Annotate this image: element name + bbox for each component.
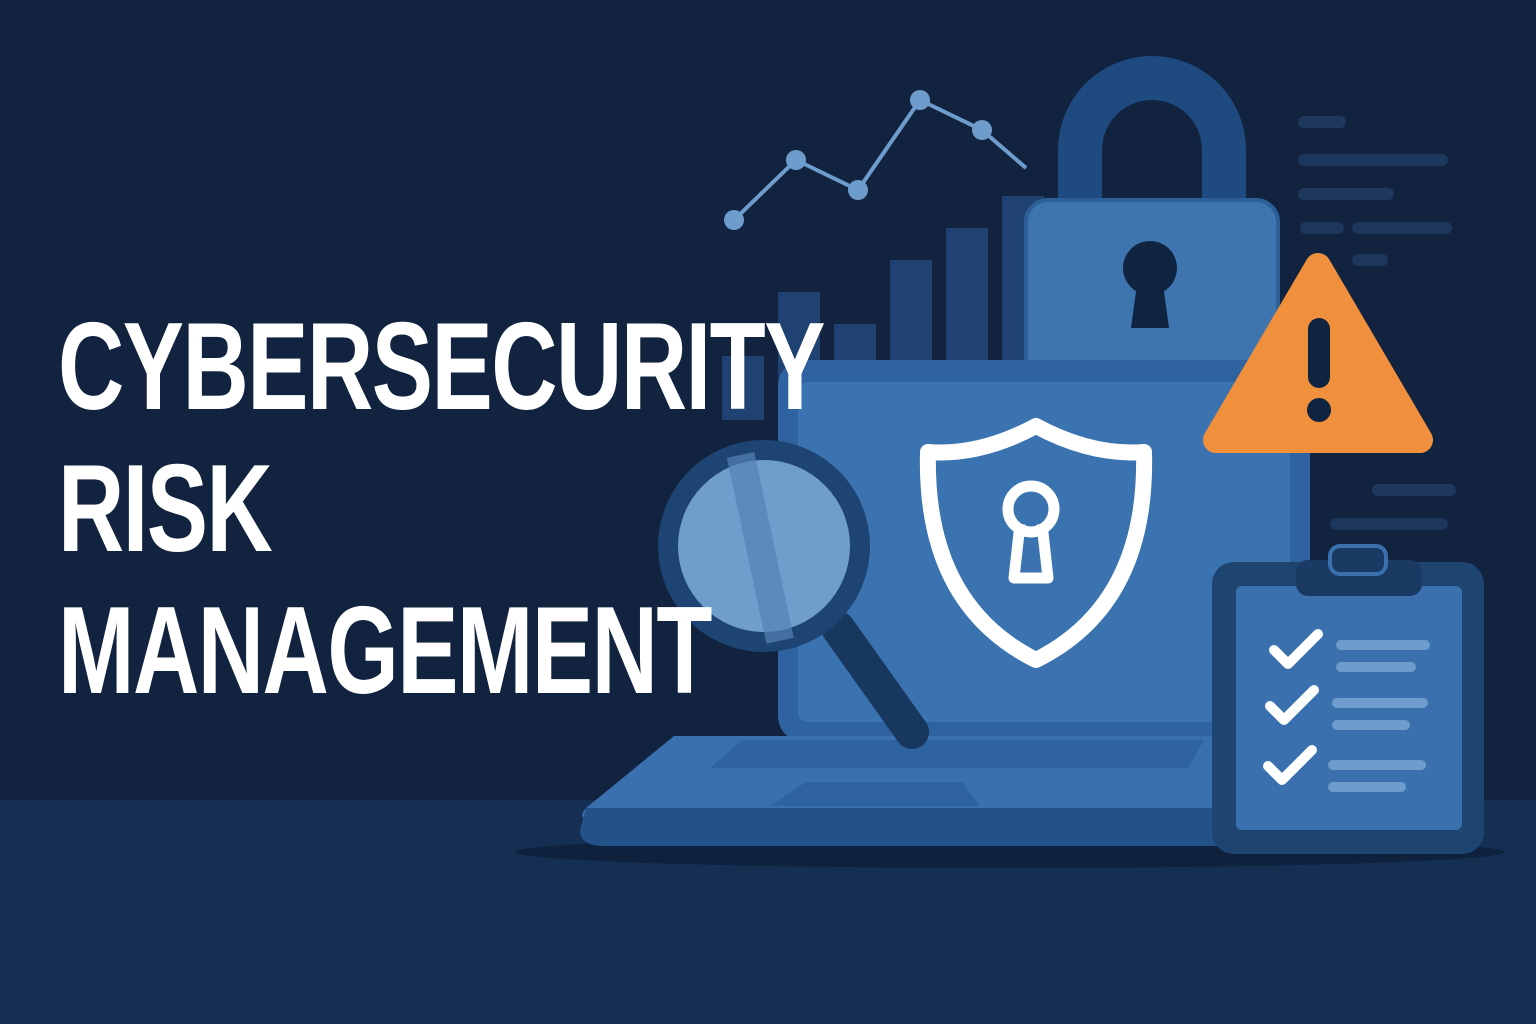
chart-point — [910, 90, 930, 110]
page-title: CYBERSECURITY RISK MANAGEMENT — [58, 296, 825, 722]
chart-point — [724, 210, 744, 230]
chart-point — [848, 180, 868, 200]
chart-point — [786, 150, 806, 170]
clipboard-checklist-icon — [1212, 544, 1484, 854]
line-chart-icon — [724, 90, 1028, 230]
title-line-1: CYBERSECURITY — [58, 298, 825, 436]
title-line-2: RISK — [58, 440, 273, 578]
title-line-3: MANAGEMENT — [58, 582, 712, 720]
chart-line — [732, 97, 1028, 222]
laptop-touchpad — [770, 782, 980, 806]
laptop-keyboard — [710, 740, 1204, 768]
chart-point — [972, 120, 992, 140]
